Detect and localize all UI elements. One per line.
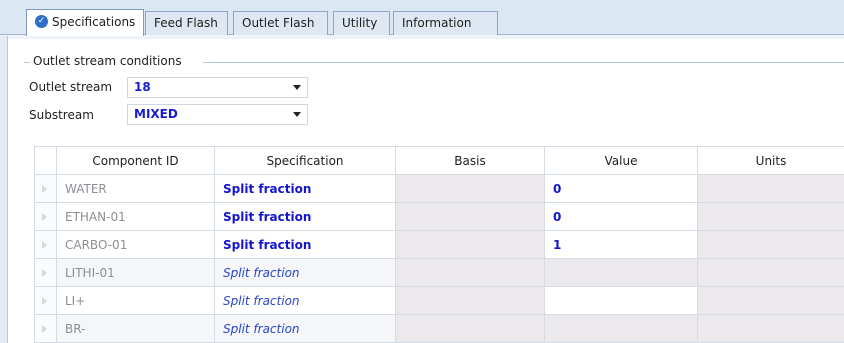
column-header[interactable]: Specification [214,146,396,175]
value-cell[interactable]: 0 [544,202,698,231]
value-cell[interactable]: 1 [544,230,698,259]
value-cell[interactable] [544,258,698,287]
grid-header-row: Component ID Specification Basis Value U… [34,146,844,175]
row-selector[interactable] [34,314,57,343]
tab-utility[interactable]: Utility [333,11,390,35]
component-id-cell: ETHAN-01 [56,202,215,231]
basis-cell [395,286,545,315]
units-cell [697,258,844,287]
tab-label: Specifications [52,15,136,29]
tab-information[interactable]: Information [393,11,498,35]
chevron-down-icon[interactable] [293,85,301,90]
substream-value: MIXED [134,107,178,121]
specification-cell[interactable]: Split fraction [214,174,396,203]
column-header[interactable]: Units [697,146,844,175]
left-margin-bar [0,36,8,343]
tab-feed-flash[interactable]: Feed Flash [145,11,228,35]
substream-select[interactable]: MIXED [127,104,308,125]
tab-label: Information [402,16,472,30]
tab-strip: ✓ Specifications Feed Flash Outlet Flash … [0,0,844,39]
units-cell [697,202,844,231]
basis-cell [395,314,545,343]
component-grid: Component ID Specification Basis Value U… [34,146,844,343]
tab-label: Utility [342,16,378,30]
specification-cell[interactable]: Split fraction [214,202,396,231]
specification-cell[interactable]: Split fraction [214,230,396,259]
row-selector[interactable] [34,202,57,231]
tab-label: Feed Flash [154,16,218,30]
outlet-stream-label: Outlet stream [29,80,113,94]
group-border-right [203,62,844,63]
check-circle-icon: ✓ [35,15,48,28]
basis-cell [395,258,545,287]
table-row: LITHI-01 Split fraction [34,258,844,287]
table-row: ETHAN-01 Split fraction 0 [34,202,844,231]
row-selector[interactable] [34,174,57,203]
tab-outlet-flash[interactable]: Outlet Flash [233,11,328,35]
row-selector[interactable] [34,286,57,315]
value-cell[interactable]: 0 [544,174,698,203]
basis-cell [395,230,545,259]
tab-specifications[interactable]: ✓ Specifications [26,9,144,36]
units-cell [697,174,844,203]
row-selector[interactable] [34,230,57,259]
component-id-cell: BR- [56,314,215,343]
row-selector[interactable] [34,258,57,287]
substream-label: Substream [29,108,94,122]
value-cell[interactable] [544,286,698,315]
component-id-cell: CARBO-01 [56,230,215,259]
basis-cell [395,202,545,231]
outlet-stream-select[interactable]: 18 [127,77,308,98]
units-cell [697,314,844,343]
column-header[interactable]: Component ID [56,146,215,175]
table-row: CARBO-01 Split fraction 1 [34,230,844,259]
specification-cell[interactable]: Split fraction [214,258,396,287]
units-cell [697,230,844,259]
chevron-down-icon[interactable] [293,112,301,117]
value-cell[interactable] [544,314,698,343]
tab-label: Outlet Flash [242,16,315,30]
component-id-cell: LI+ [56,286,215,315]
specification-cell[interactable]: Split fraction [214,286,396,315]
row-selector-header [34,146,57,175]
table-row: BR- Split fraction [34,314,844,343]
column-header[interactable]: Basis [395,146,545,175]
basis-cell [395,174,545,203]
group-title: Outlet stream conditions [31,54,184,68]
component-id-cell: WATER [56,174,215,203]
table-row: LI+ Split fraction [34,286,844,315]
column-header[interactable]: Value [544,146,698,175]
component-id-cell: LITHI-01 [56,258,215,287]
table-row: WATER Split fraction 0 [34,174,844,203]
group-border-left [24,62,30,63]
units-cell [697,286,844,315]
specification-cell[interactable]: Split fraction [214,314,396,343]
outlet-stream-value: 18 [134,80,151,94]
